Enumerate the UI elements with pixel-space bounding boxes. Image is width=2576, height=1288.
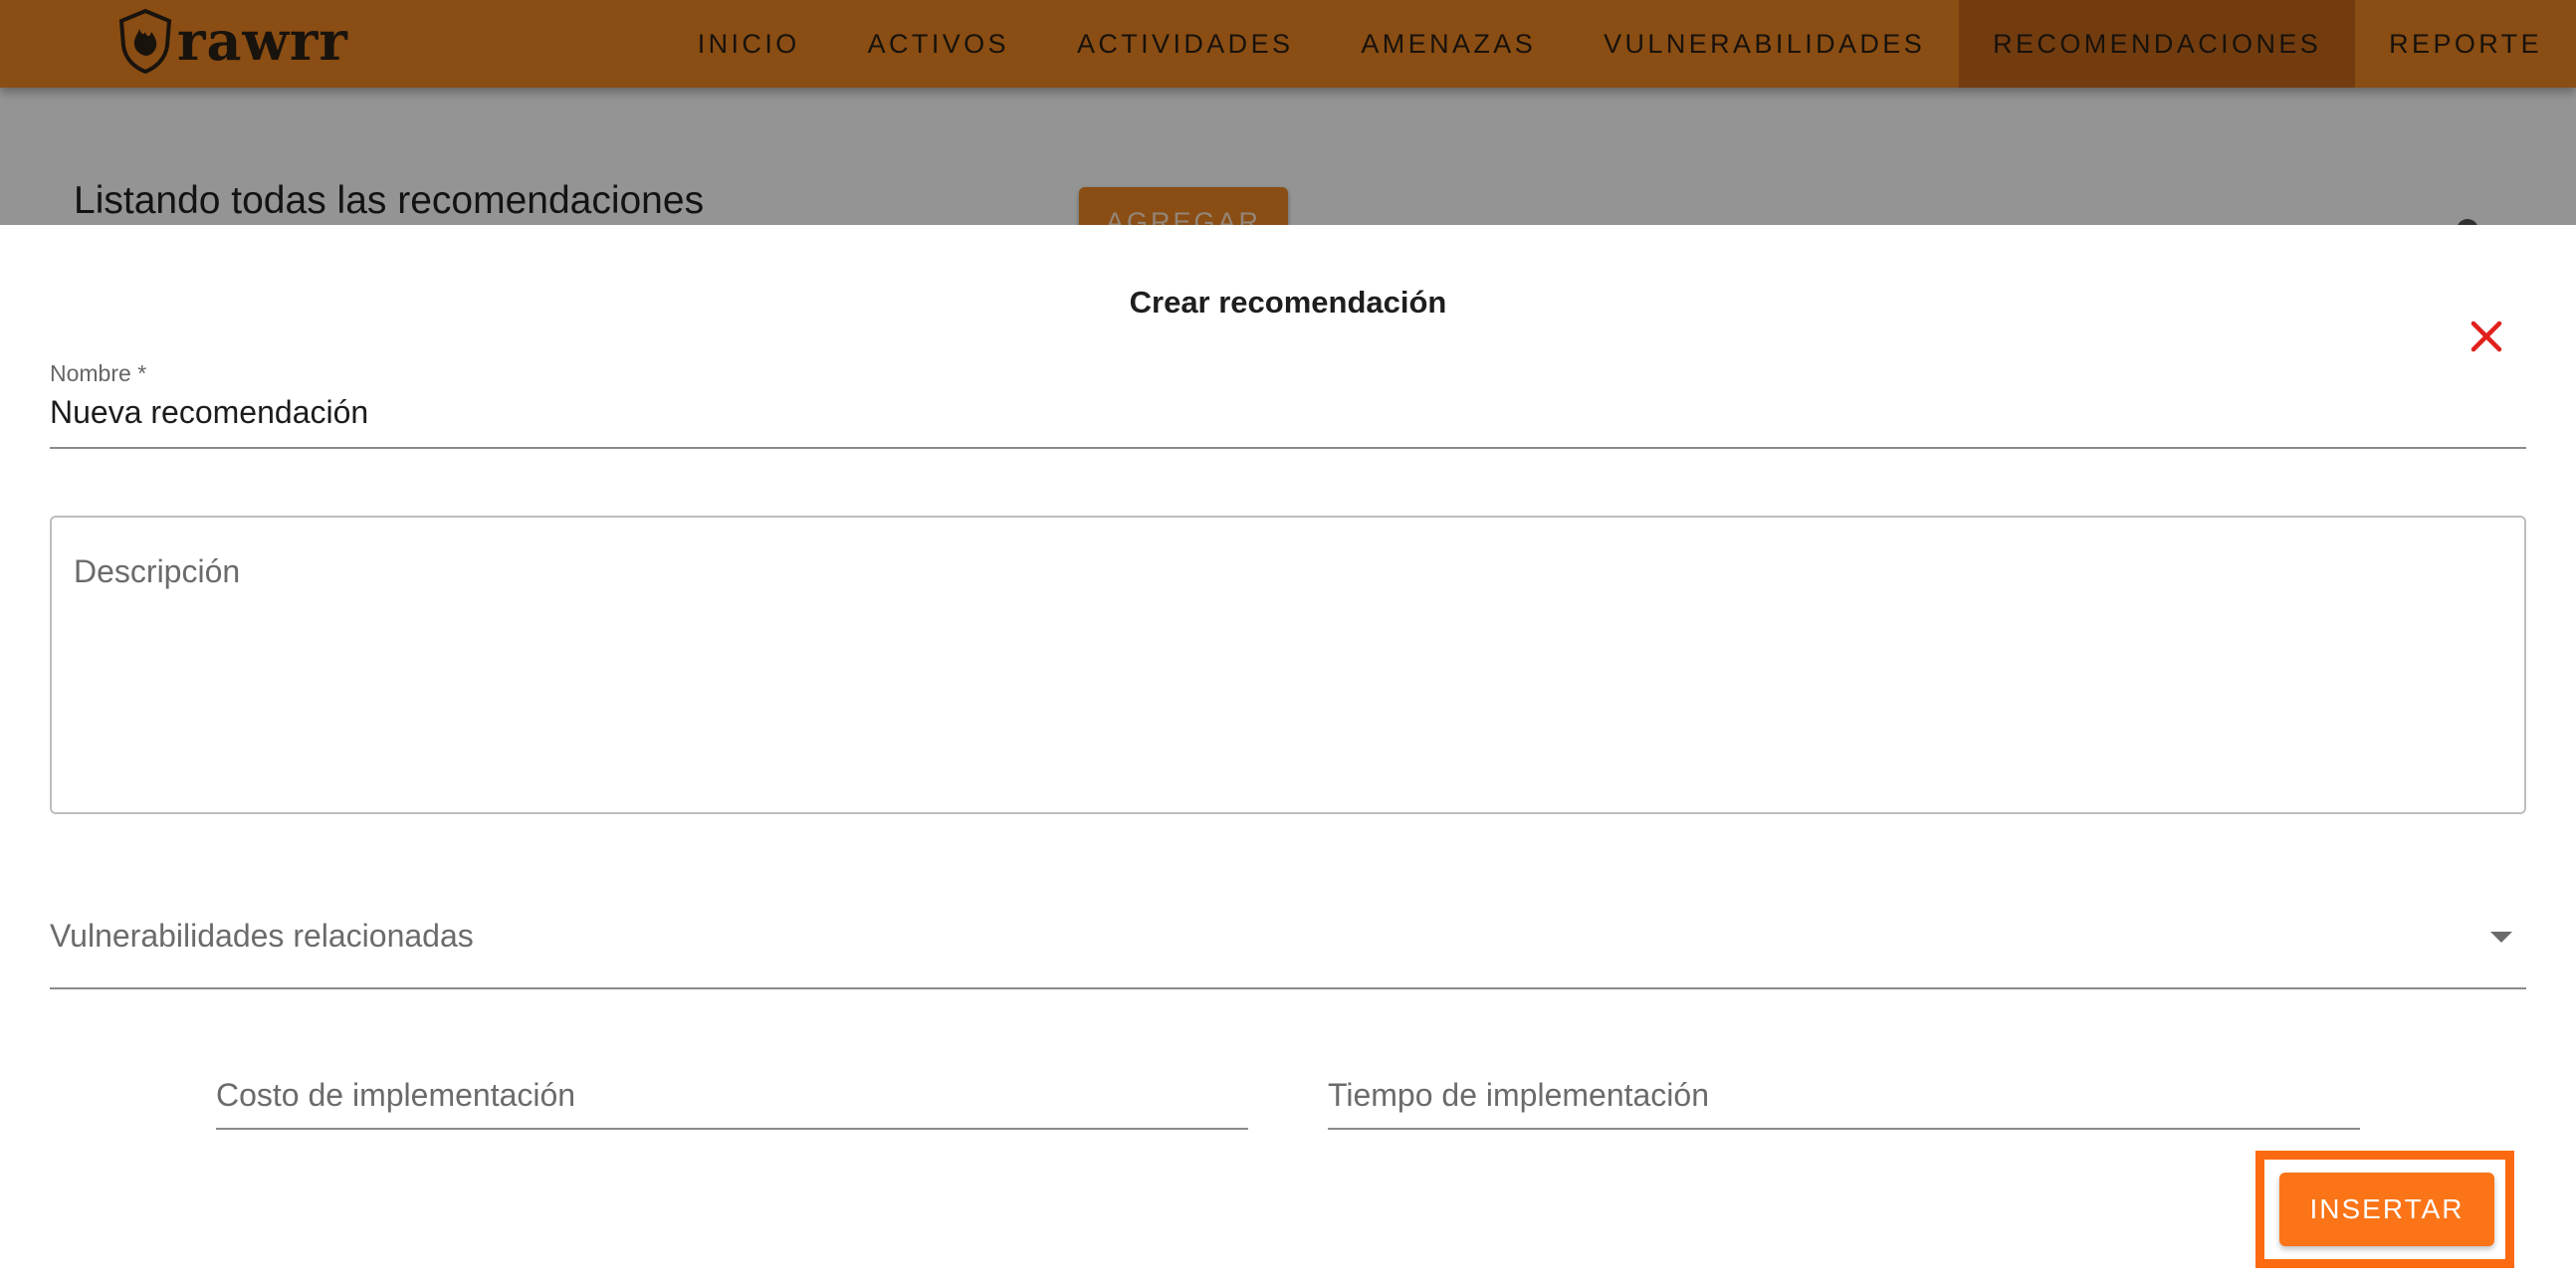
app-root: rawrr INICIO ACTIVOS ACTIVIDADES AMENAZAS VU…: [0, 0, 2576, 1288]
costo-placeholder: Costo de implementación: [216, 1077, 576, 1113]
create-recommendation-dialog: Crear recomendación Nombre * Nueva recom…: [0, 225, 2576, 1288]
tiempo-underline: [1328, 1128, 2360, 1130]
caret-down-icon[interactable]: [2490, 932, 2512, 943]
nombre-label: Nombre *: [50, 360, 147, 386]
nombre-input[interactable]: Nueva recomendación: [50, 394, 368, 431]
tiempo-placeholder: Tiempo de implementación: [1328, 1077, 1709, 1113]
nombre-underline: [50, 447, 2526, 449]
vulnerabilidades-underline: [50, 987, 2526, 989]
dialog-title: Crear recomendación: [1129, 285, 1447, 320]
costo-underline: [216, 1128, 1248, 1130]
descripcion-textarea[interactable]: Descripción: [50, 516, 2526, 814]
insert-button[interactable]: INSERTAR: [2279, 1173, 2494, 1246]
close-icon[interactable]: [2467, 317, 2506, 356]
descripcion-placeholder: Descripción: [74, 553, 241, 589]
vulnerabilidades-placeholder: Vulnerabilidades relacionadas: [50, 918, 474, 954]
